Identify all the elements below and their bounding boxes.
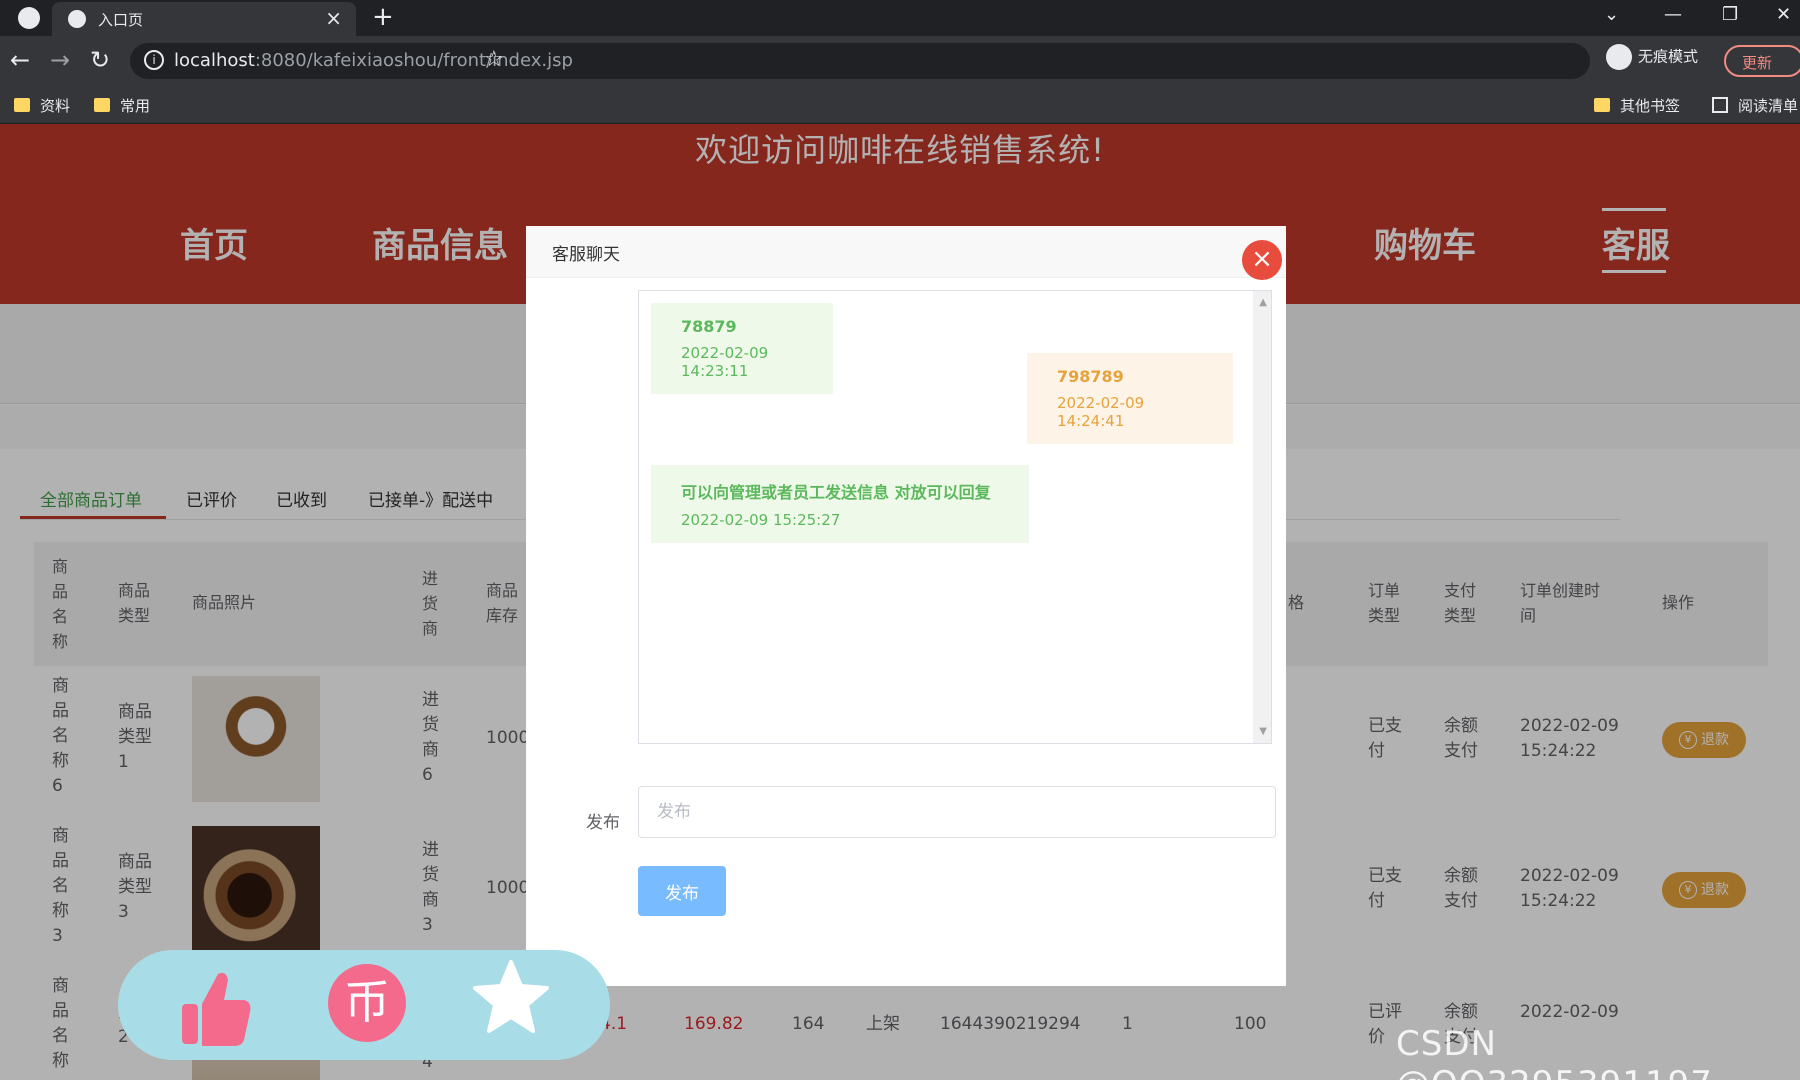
star-icon[interactable] [472, 958, 550, 1036]
floating-actions: 币 [118, 950, 610, 1060]
new-tab-button[interactable]: + [372, 2, 394, 32]
incognito-icon [1606, 44, 1632, 70]
close-window-icon[interactable]: ✕ [1776, 4, 1791, 25]
publish-button[interactable]: 发布 [638, 866, 726, 916]
message-text: 可以向管理或者员工发送信息 对放可以回复 [681, 483, 991, 502]
chat-message: 78879 2022-02-09 14:23:11 [651, 303, 833, 394]
folder-icon [1594, 98, 1610, 112]
scroll-up-icon[interactable]: ▲ [1259, 297, 1267, 308]
message-time: 2022-02-09 14:23:11 [681, 344, 769, 380]
reading-list-icon [1712, 97, 1728, 113]
chat-scrollbar[interactable]: ▲ ▼ [1253, 291, 1271, 743]
chat-message: 798789 2022-02-09 14:24:41 [1027, 353, 1233, 444]
bookmark-folder-other[interactable]: 其他书签 [1594, 95, 1680, 116]
chat-dialog: 客服聊天 × 78879 2022-02-09 14:23:11 798789 … [526, 226, 1286, 986]
browser-logo-icon [18, 7, 40, 29]
address-bar[interactable]: i localhost:8080/kafeixiaoshou/front/ind… [130, 43, 1590, 79]
browser-toolbar: ← → ↻ i localhost:8080/kafeixiaoshou/fro… [0, 36, 1800, 86]
restore-icon[interactable]: ❐ [1722, 4, 1738, 25]
bookmark-folder-changyong[interactable]: 常用 [94, 95, 150, 116]
message-text: 78879 [681, 317, 737, 336]
scroll-down-icon[interactable]: ▼ [1259, 726, 1267, 737]
dialog-header: 客服聊天 × [526, 226, 1286, 280]
close-tab-icon[interactable]: × [325, 6, 342, 30]
tab-title: 入口页 [98, 11, 144, 29]
site-info-icon[interactable]: i [144, 50, 164, 70]
bookmarks-bar: 资料 常用 其他书签 阅读清单 [0, 86, 1800, 124]
dialog-title: 客服聊天 [552, 245, 620, 265]
chat-messages[interactable]: 78879 2022-02-09 14:23:11 798789 2022-02… [638, 290, 1272, 744]
message-time: 2022-02-09 14:24:41 [1057, 394, 1145, 430]
globe-icon [68, 10, 86, 28]
coin-icon[interactable]: 币 [328, 964, 406, 1042]
chat-message: 可以向管理或者员工发送信息 对放可以回复 2022-02-09 15:25:27 [651, 465, 1029, 543]
thumbs-up-icon[interactable] [178, 968, 252, 1048]
reading-list[interactable]: 阅读清单 [1712, 95, 1798, 116]
forward-icon[interactable]: → [50, 46, 70, 74]
publish-input[interactable] [638, 786, 1276, 838]
message-text: 798789 [1057, 367, 1124, 386]
folder-icon [14, 98, 30, 112]
browser-tab[interactable]: 入口页 × [52, 2, 356, 36]
reload-icon[interactable]: ↻ [90, 46, 110, 74]
page-content: 欢迎访问咖啡在线销售系统! 首页 商品信息 购物车 客服 全部商品订单 已评价 … [0, 124, 1800, 1080]
incognito-indicator[interactable]: 无痕模式 [1606, 44, 1698, 70]
minimize-icon[interactable]: — [1664, 4, 1682, 25]
tab-search-icon[interactable]: ⌄ [1604, 4, 1619, 25]
back-icon[interactable]: ← [10, 46, 30, 74]
close-icon[interactable]: × [1242, 240, 1282, 280]
folder-icon [94, 98, 110, 112]
message-time: 2022-02-09 15:25:27 [681, 511, 841, 529]
update-button[interactable]: 更新 [1724, 45, 1800, 77]
browser-tab-bar: 入口页 × + ⌄ — ❐ ✕ [0, 0, 1800, 36]
publish-label: 发布 [586, 813, 620, 833]
watermark: CSDN @QQ3295391197 [1396, 1024, 1712, 1080]
bookmark-folder-ziliao[interactable]: 资料 [14, 95, 70, 116]
